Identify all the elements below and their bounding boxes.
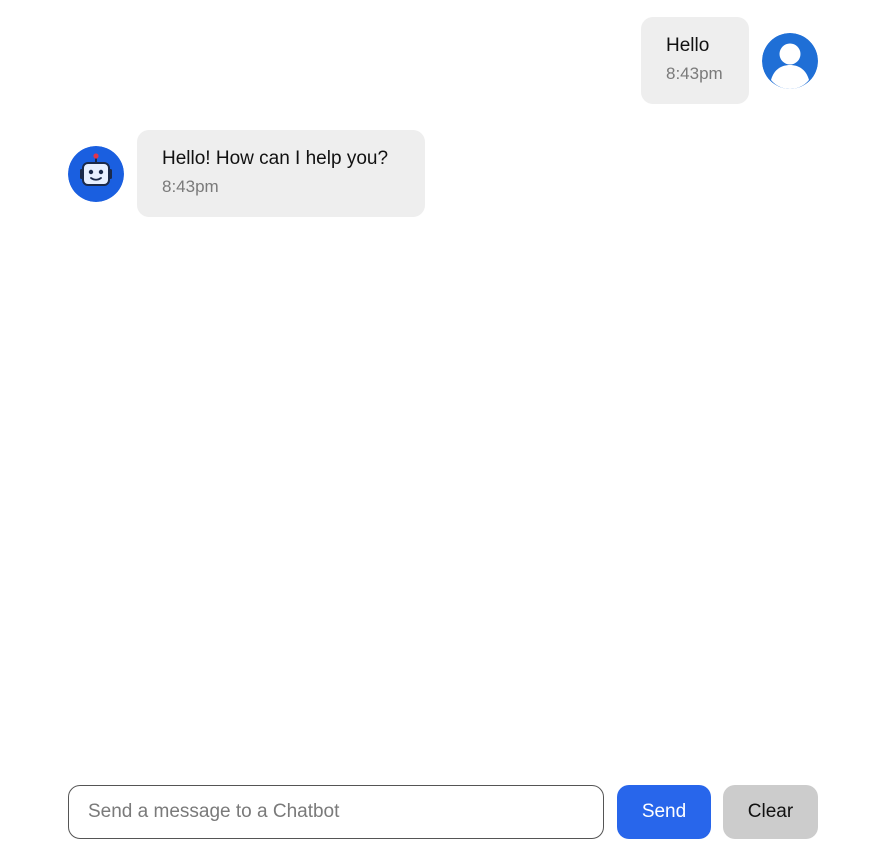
- clear-button[interactable]: Clear: [723, 785, 818, 839]
- bot-message-text: Hello! How can I help you?: [162, 148, 389, 169]
- message-input[interactable]: [68, 785, 604, 839]
- user-avatar-icon: [762, 33, 818, 89]
- message-composer: Send Clear: [68, 785, 818, 839]
- user-message-time: 8:43pm: [666, 64, 723, 83]
- user-message: Hello 8:43pm: [641, 17, 818, 104]
- chat-window: Hello 8:43pm Hello! How can I help you? …: [0, 0, 891, 862]
- send-button[interactable]: Send: [617, 785, 711, 839]
- user-message-bubble: Hello 8:43pm: [641, 17, 749, 104]
- bot-message-bubble: Hello! How can I help you? 8:43pm: [137, 130, 425, 217]
- bot-message: Hello! How can I help you? 8:43pm: [68, 130, 425, 217]
- robot-avatar-icon: [68, 146, 124, 202]
- bot-message-time: 8:43pm: [162, 177, 219, 196]
- user-message-text: Hello: [666, 35, 710, 56]
